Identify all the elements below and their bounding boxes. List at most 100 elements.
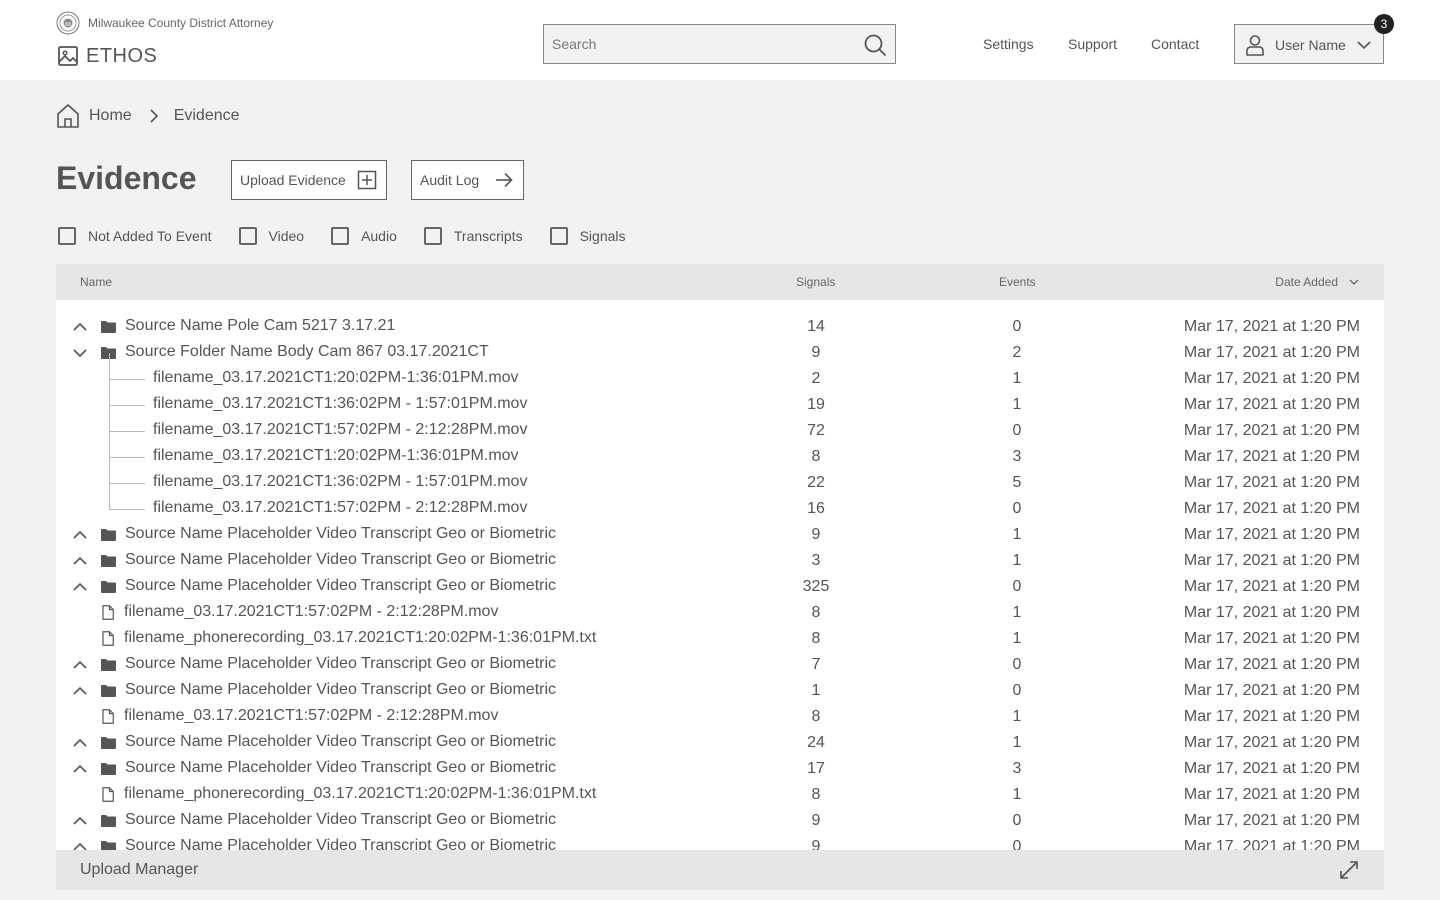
checkbox[interactable] — [549, 227, 568, 245]
filter-label: Audio — [361, 228, 397, 244]
row-name[interactable]: Source Name Placeholder Video Transcript… — [125, 655, 556, 673]
row-name[interactable]: Source Name Placeholder Video Transcript… — [125, 811, 556, 829]
row-signals: 16 — [807, 500, 825, 517]
folder-row[interactable]: Source Name Placeholder Video Transcript… — [56, 808, 1384, 834]
row-name[interactable]: Source Name Placeholder Video Transcript… — [125, 577, 556, 595]
search-input[interactable] — [544, 25, 844, 63]
filter-signals[interactable]: Signals — [549, 227, 626, 245]
chevron-up-icon[interactable] — [72, 580, 88, 594]
checkbox[interactable] — [58, 227, 76, 245]
filter-transcripts[interactable]: Transcripts — [423, 227, 523, 245]
row-events: 1 — [1012, 630, 1022, 647]
home-icon[interactable] — [56, 103, 80, 129]
row-events: 1 — [1012, 552, 1022, 569]
file-icon — [102, 631, 114, 646]
file-row[interactable]: filename_03.17.2021CT1:36:02PM - 1:57:01… — [56, 379, 1384, 418]
row-name[interactable]: filename_03.17.2021CT1:57:02PM - 2:12:28… — [153, 499, 527, 517]
folder-row[interactable]: Source Name Pole Cam 5217 3.17.21 14 0 Mar … — [56, 314, 1384, 340]
app-name: ETHOS — [86, 44, 158, 67]
row-name[interactable]: filename_03.17.2021CT1:36:02PM - 1:57:01… — [153, 473, 527, 491]
chevron-up-icon[interactable] — [72, 840, 88, 850]
notification-badge[interactable]: 3 — [1374, 14, 1394, 34]
row-date: Mar 17, 2021 at 1:20 PM — [1183, 604, 1360, 621]
chevron-down-icon[interactable] — [72, 346, 88, 360]
row-name[interactable]: Source Folder Name Body Cam 867 03.17.20… — [125, 343, 489, 361]
folder-row[interactable]: Source Name Placeholder Video Transcript… — [56, 652, 1384, 678]
row-events: 0 — [1012, 838, 1022, 850]
filter-audio[interactable]: Audio — [331, 227, 397, 245]
search-box[interactable] — [543, 24, 896, 64]
chevron-up-icon[interactable] — [72, 528, 88, 542]
file-row[interactable]: filename_03.17.2021CT1:36:02PM - 1:57:01… — [56, 457, 1384, 496]
chevron-up-icon[interactable] — [72, 736, 88, 750]
chevron-up-icon[interactable] — [72, 554, 88, 568]
folder-row[interactable]: Source Name Placeholder Video Transcript… — [56, 678, 1384, 704]
row-name[interactable]: filename_phonerecording_03.17.2021CT1:20… — [124, 629, 596, 647]
user-menu-button[interactable]: User Name — [1234, 24, 1384, 64]
filter-not-added[interactable]: Not Added To Event — [58, 227, 212, 245]
column-header-date[interactable]: Date Added — [1275, 275, 1360, 289]
upload-evidence-button[interactable]: Upload Evidence — [231, 160, 387, 200]
row-date: Mar 17, 2021 at 1:20 PM — [1183, 760, 1360, 777]
chevron-up-icon[interactable] — [72, 658, 88, 672]
chevron-up-icon[interactable] — [72, 684, 88, 698]
row-name[interactable]: Source Name Placeholder Video Transcript… — [125, 733, 556, 751]
file-row[interactable]: filename_phonerecording_03.17.2021CT1:20… — [56, 626, 1384, 652]
row-name[interactable]: filename_03.17.2021CT1:36:02PM - 1:57:01… — [153, 395, 527, 413]
file-row[interactable]: filename_03.17.2021CT1:20:02PM-1:36:01PM… — [56, 431, 1384, 470]
row-events: 0 — [1012, 578, 1022, 595]
row-name[interactable]: filename_03.17.2021CT1:57:02PM - 2:12:28… — [124, 603, 498, 621]
column-header-events[interactable]: Events — [999, 275, 1036, 289]
row-name[interactable]: filename_03.17.2021CT1:20:02PM-1:36:01PM… — [153, 447, 519, 465]
chevron-up-icon[interactable] — [72, 320, 88, 334]
row-name[interactable]: filename_03.17.2021CT1:57:02PM - 2:12:28… — [124, 707, 498, 725]
row-name[interactable]: Source Name Placeholder Video Transcript… — [125, 551, 556, 569]
nav-support-link[interactable]: Support — [1068, 24, 1117, 64]
folder-row[interactable]: Source Name Placeholder Video Transcript… — [56, 730, 1384, 756]
folder-row[interactable]: Source Name Placeholder Video Transcript… — [56, 756, 1384, 782]
checkbox[interactable] — [238, 227, 257, 245]
row-name[interactable]: filename_03.17.2021CT1:20:02PM-1:36:01PM… — [153, 369, 519, 387]
row-name[interactable]: Source Name Pole Cam 5217 3.17.21 — [125, 317, 395, 335]
row-name[interactable]: Source Name Placeholder Video Transcript… — [125, 681, 556, 699]
row-name[interactable]: filename_03.17.2021CT1:57:02PM - 2:12:28… — [153, 421, 527, 439]
column-header-name[interactable]: Name — [80, 275, 112, 289]
tree-line — [109, 483, 110, 509]
folder-row[interactable]: Source Name Placeholder Video Transcript… — [56, 574, 1384, 600]
folder-row[interactable]: Source Name Placeholder Video Transcript… — [56, 522, 1384, 548]
row-date: Mar 17, 2021 at 1:20 PM — [1183, 734, 1360, 751]
nav-contact-link[interactable]: Contact — [1151, 24, 1199, 64]
expand-icon[interactable] — [1338, 859, 1360, 881]
file-row[interactable]: filename_03.17.2021CT1:57:02PM - 2:12:28… — [56, 600, 1384, 626]
row-events: 1 — [1012, 396, 1022, 413]
filter-label: Transcripts — [453, 228, 523, 244]
file-row[interactable]: filename_phonerecording_03.17.2021CT1:20… — [56, 782, 1384, 808]
file-row[interactable]: filename_03.17.2021CT1:20:02PM-1:36:01PM… — [56, 353, 1384, 392]
upload-manager-bar[interactable]: Upload Manager — [56, 850, 1384, 890]
tree-line — [109, 405, 110, 431]
row-name[interactable]: Source Name Placeholder Video Transcript… — [125, 837, 556, 850]
breadcrumb-home[interactable]: Home — [89, 107, 132, 125]
chevron-up-icon[interactable] — [72, 814, 88, 828]
row-signals: 8 — [811, 604, 821, 621]
audit-log-button[interactable]: Audit Log — [411, 160, 524, 200]
row-events: 0 — [1012, 682, 1022, 699]
file-row[interactable]: filename_03.17.2021CT1:57:02PM - 2:12:28… — [56, 405, 1384, 444]
file-row[interactable]: filename_03.17.2021CT1:57:02PM - 2:12:28… — [56, 704, 1384, 730]
checkbox[interactable] — [331, 227, 350, 245]
chevron-up-icon[interactable] — [72, 762, 88, 776]
folder-row[interactable]: Source Folder Name Body Cam 867 03.17.20… — [56, 340, 1384, 366]
nav-settings-link[interactable]: Settings — [983, 24, 1034, 64]
row-signals: 8 — [811, 630, 821, 647]
folder-row[interactable]: Source Name Placeholder Video Transcript… — [56, 834, 1384, 850]
filter-video[interactable]: Video — [238, 227, 304, 245]
folder-row[interactable]: Source Name Placeholder Video Transcript… — [56, 548, 1384, 574]
row-name[interactable]: filename_phonerecording_03.17.2021CT1:20… — [124, 785, 596, 803]
search-icon[interactable] — [863, 33, 887, 57]
app-brand[interactable]: ETHOS — [56, 44, 157, 68]
row-name[interactable]: Source Name Placeholder Video Transcript… — [125, 759, 556, 777]
file-row[interactable]: filename_03.17.2021CT1:57:02PM - 2:12:28… — [56, 483, 1384, 522]
column-header-signals[interactable]: Signals — [796, 275, 835, 289]
row-name[interactable]: Source Name Placeholder Video Transcript… — [125, 525, 556, 543]
checkbox[interactable] — [423, 227, 442, 245]
